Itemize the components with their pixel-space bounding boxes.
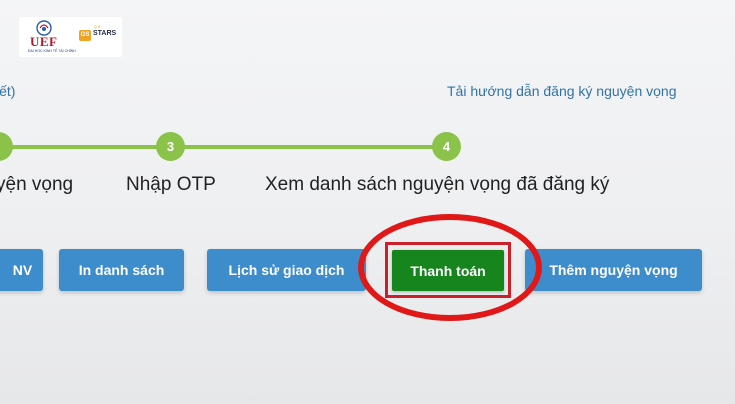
- step-4-label: Xem danh sách nguyện vọng đã đăng ký: [265, 174, 610, 195]
- stepper-progress-line: [0, 145, 446, 149]
- step-3-circle: 3: [156, 132, 185, 161]
- uef-logo-text: UEF: [30, 34, 58, 49]
- stars-logo-text: STARS: [93, 30, 117, 37]
- stars-badge-icon: GS: [79, 30, 91, 41]
- step-3-label: Nhập OTP: [126, 174, 216, 195]
- partial-note-text: iết): [0, 83, 16, 99]
- download-guide-link[interactable]: Tải hướng dẫn đăng ký nguyện vọng: [447, 83, 677, 99]
- step-2-label: yện vọng: [0, 174, 74, 195]
- highlight-circle-annotation: [358, 214, 542, 321]
- step-2-circle: [0, 132, 13, 161]
- header-logo: UEF ĐẠI HỌC KINH TẾ TÀI CHÍNH QS GS STAR…: [19, 17, 122, 57]
- step-4-circle: 4: [432, 132, 461, 161]
- add-preference-button[interactable]: Thêm nguyện vọng: [525, 249, 702, 291]
- transaction-history-button[interactable]: Lịch sử giao dịch: [207, 249, 366, 291]
- print-list-button[interactable]: In danh sách: [59, 249, 184, 291]
- uef-logo-subtitle: ĐẠI HỌC KINH TẾ TÀI CHÍNH: [28, 49, 76, 53]
- stars-logo-top: QS: [94, 25, 102, 29]
- nv-button[interactable]: NV: [0, 249, 43, 291]
